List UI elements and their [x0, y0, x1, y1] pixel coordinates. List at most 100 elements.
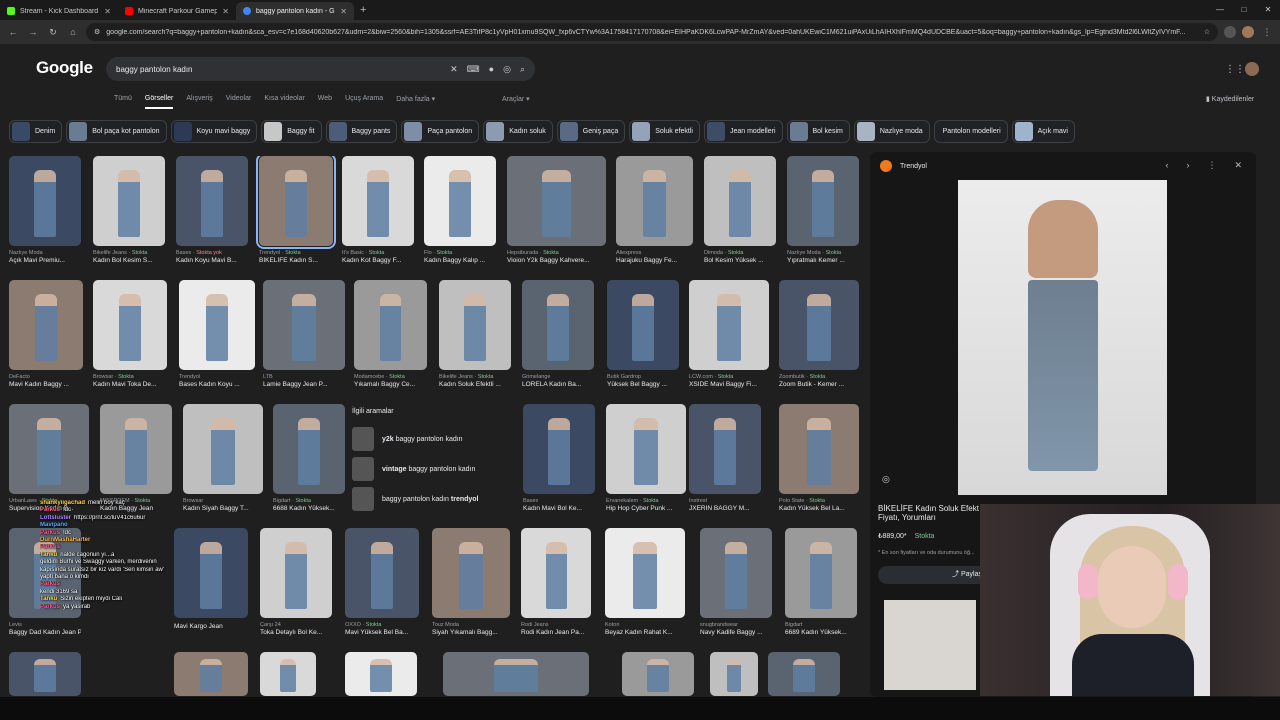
- image-result[interactable]: LCW.com · Stokta XSIDE Mavi Baggy Fi...: [689, 280, 769, 388]
- result-thumbnail[interactable]: [342, 156, 414, 246]
- image-result[interactable]: Nazlıye Moda · Stokta Yıpratmalı Kemer ..…: [787, 156, 859, 264]
- url-bar[interactable]: ⚙ google.com/search?q=baggy+pantolon+kad…: [86, 23, 1218, 41]
- image-result[interactable]: Hepsiburada · Stokta Vioion Y2k Baggy Kah…: [507, 156, 606, 264]
- tab-kick-dashboard[interactable]: Stream - Kick Dashboard ✕: [0, 2, 118, 20]
- chip[interactable]: Kadın soluk: [483, 120, 553, 143]
- image-result[interactable]: Trendyol Bases Kadın Koyu ...: [179, 280, 255, 388]
- result-thumbnail[interactable]: [100, 404, 172, 494]
- tab-videos[interactable]: Videolar: [226, 95, 252, 109]
- image-result[interactable]: Bikelife Jeans · Stokta Kadın Bol Kesim S…: [93, 156, 165, 264]
- result-title[interactable]: Vioion Y2k Baggy Kahvere...: [507, 257, 606, 264]
- result-title[interactable]: Lamie Baggy Jean P...: [263, 381, 345, 388]
- tab-images[interactable]: Görseller: [144, 95, 174, 109]
- image-result[interactable]: [622, 652, 694, 696]
- result-thumbnail[interactable]: [787, 156, 859, 246]
- image-result[interactable]: [9, 652, 81, 696]
- tab-shopping[interactable]: Alışveriş: [186, 95, 212, 109]
- result-thumbnail[interactable]: [345, 652, 417, 696]
- result-title[interactable]: 6688 Kadın Yüksek...: [273, 505, 345, 512]
- result-title[interactable]: Beyaz Kadın Rahat K...: [605, 629, 685, 636]
- result-title[interactable]: Kadın Soluk Efektli ...: [439, 381, 511, 388]
- image-result[interactable]: Polo State · Stokta Kadın Yüksek Bel La..…: [779, 404, 859, 512]
- search-input[interactable]: baggy pantolon kadın: [116, 65, 441, 74]
- saved-link[interactable]: ▮ Kaydedilenler: [1206, 95, 1254, 103]
- mic-icon[interactable]: ●: [489, 64, 494, 74]
- result-thumbnail[interactable]: [689, 404, 761, 494]
- related-image-thumbnail[interactable]: [884, 600, 976, 690]
- image-result[interactable]: Instrest JXERIN BAGGY M...: [689, 404, 761, 512]
- result-thumbnail[interactable]: [605, 528, 685, 618]
- preview-image[interactable]: [958, 180, 1167, 495]
- result-thumbnail[interactable]: [768, 652, 840, 696]
- close-icon[interactable]: ✕: [222, 7, 229, 16]
- result-title[interactable]: Kadın Kot Baggy F...: [342, 257, 414, 264]
- result-title[interactable]: Yüksek Bel Baggy ...: [607, 381, 679, 388]
- search-box[interactable]: baggy pantolon kadın ✕ ⌨ ● ◎ ⌕: [106, 57, 535, 81]
- forward-icon[interactable]: →: [26, 27, 40, 37]
- result-title[interactable]: Rodi Kadın Jean Pa...: [521, 629, 591, 636]
- result-title[interactable]: Harajuku Baggy Fe...: [616, 257, 693, 264]
- result-title[interactable]: Navy Kadife Baggy ...: [700, 629, 772, 636]
- close-icon[interactable]: ✕: [1234, 160, 1242, 171]
- image-result[interactable]: Touz Moda Siyah Yıkamalı Bagg...: [432, 528, 510, 636]
- result-title[interactable]: Bases Kadın Koyu ...: [179, 381, 255, 388]
- result-thumbnail[interactable]: [256, 156, 336, 249]
- preview-title[interactable]: BİKELİFE Kadın Soluk Efekt Fiyatı, Yorum…: [878, 504, 988, 522]
- bookmark-star-icon[interactable]: ☆: [1204, 28, 1210, 36]
- result-thumbnail[interactable]: [260, 652, 316, 696]
- result-thumbnail[interactable]: [424, 156, 496, 246]
- result-thumbnail[interactable]: [263, 280, 345, 370]
- new-tab-button[interactable]: +: [360, 4, 366, 16]
- minimize-button[interactable]: —: [1208, 0, 1232, 20]
- image-result[interactable]: Trendyol · Stokta BİKELİFE Kadın S...: [256, 156, 336, 264]
- result-thumbnail[interactable]: [439, 280, 511, 370]
- chip[interactable]: Geniş paça: [556, 120, 626, 143]
- result-title[interactable]: Açık Mavi Premiu...: [9, 257, 81, 264]
- window-close-button[interactable]: ✕: [1256, 0, 1280, 20]
- chip[interactable]: Baggy fit: [261, 120, 322, 143]
- result-title[interactable]: Mavi Kargo Jean: [174, 623, 248, 630]
- result-thumbnail[interactable]: [93, 280, 167, 370]
- result-title[interactable]: Mavi Kadın Baggy ...: [9, 381, 83, 388]
- image-result[interactable]: Modamcebe · Stokta Yıkamalı Baggy Ce...: [354, 280, 427, 388]
- keyboard-icon[interactable]: ⌨: [467, 64, 480, 75]
- result-title[interactable]: Kadın Mavi Bol Ke...: [523, 505, 595, 512]
- result-thumbnail[interactable]: [689, 280, 769, 370]
- result-thumbnail[interactable]: [779, 280, 859, 370]
- result-thumbnail[interactable]: [9, 404, 89, 494]
- related-item[interactable]: y2k baggy pantolon kadın: [352, 424, 507, 454]
- result-thumbnail[interactable]: [432, 528, 510, 618]
- lens-icon[interactable]: ◎: [882, 474, 890, 485]
- result-thumbnail[interactable]: [9, 156, 81, 246]
- result-thumbnail[interactable]: [523, 404, 595, 494]
- result-thumbnail[interactable]: [704, 156, 776, 246]
- image-result[interactable]: Butik Gardrop Yüksek Bel Baggy ...: [607, 280, 679, 388]
- chip[interactable]: Bol paça kot pantolon: [66, 120, 167, 143]
- avatar[interactable]: [1245, 62, 1259, 76]
- image-result[interactable]: [174, 652, 248, 696]
- result-thumbnail[interactable]: [9, 280, 83, 370]
- result-title[interactable]: Kadın Koyu Mavi B...: [176, 257, 248, 264]
- result-title[interactable]: 6689 Kadın Yüksek...: [785, 629, 857, 636]
- result-thumbnail[interactable]: [179, 280, 255, 370]
- image-result[interactable]: UrbanLaws · Stokta Supervision Kadın B...: [9, 404, 89, 512]
- image-result[interactable]: Bases Kadın Mavi Bol Ke...: [523, 404, 595, 512]
- chip[interactable]: Paça pantolon: [401, 120, 480, 143]
- preview-source[interactable]: Trendyol: [880, 160, 927, 172]
- clear-icon[interactable]: ✕: [450, 64, 458, 75]
- result-thumbnail[interactable]: [507, 156, 606, 246]
- image-result[interactable]: LTB Lamie Baggy Jean P...: [263, 280, 345, 388]
- result-title[interactable]: BİKELİFE Kadın S...: [259, 257, 333, 264]
- chip[interactable]: Soluk efektli: [629, 120, 700, 143]
- chip[interactable]: Açık mavi: [1011, 120, 1075, 143]
- back-icon[interactable]: ←: [6, 27, 20, 37]
- result-thumbnail[interactable]: [522, 280, 594, 370]
- result-thumbnail[interactable]: [616, 156, 693, 246]
- image-result[interactable]: Flo · Stokta Kadın Baggy Kalıp ...: [424, 156, 496, 264]
- result-thumbnail[interactable]: [607, 280, 679, 370]
- image-result[interactable]: Zoombutik · Stokta Zoom Butik - Kemer ...: [779, 280, 859, 388]
- chip[interactable]: Jean modelleri: [703, 120, 783, 143]
- reload-icon[interactable]: ↻: [46, 27, 60, 38]
- result-title[interactable]: Kadın Mavi Toka De...: [93, 381, 167, 388]
- tab-flights[interactable]: Uçuş Arama: [345, 95, 383, 109]
